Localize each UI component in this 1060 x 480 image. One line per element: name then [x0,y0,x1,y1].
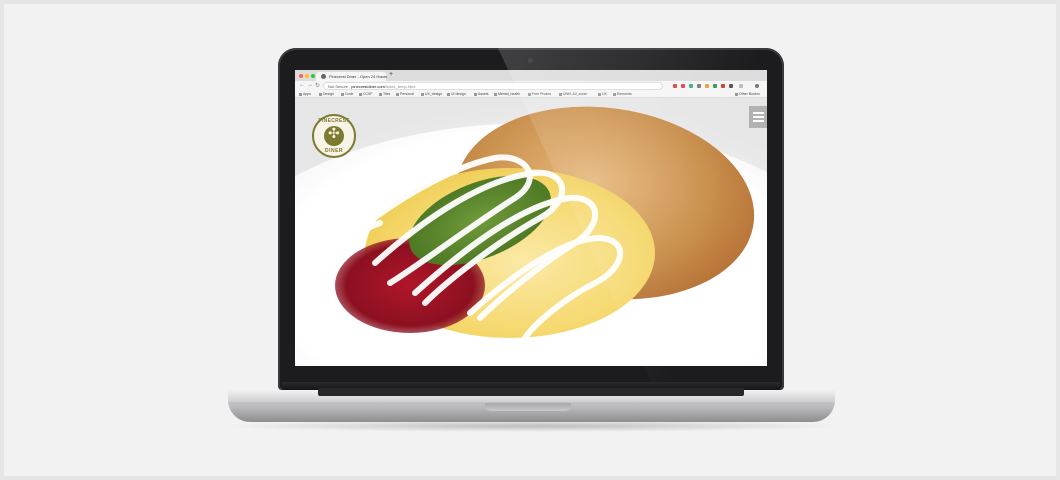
bookmark-item[interactable]: Tiles [379,92,390,96]
logo-bottom-text: DINER [324,148,344,154]
forward-button[interactable]: → [307,82,313,88]
favicon-icon [321,74,326,79]
bookmark-item[interactable]: Assets [474,92,489,96]
bookmark-item[interactable]: Mental_health [494,92,520,96]
bookmark-item[interactable]: CCSF [359,92,373,96]
address-path: /index_temp.html [384,84,416,89]
new-tab-button[interactable]: + [389,71,393,78]
hero-image: PINECREST ✣ DINER [295,98,767,366]
bookmark-item[interactable]: Apps [299,92,311,96]
bookmark-item[interactable]: UX_design [421,92,442,96]
security-indicator[interactable]: Not Secure [328,84,348,89]
extension-icon[interactable] [689,84,693,88]
bookmark-item[interactable]: UI design [447,92,466,96]
bookmark-item[interactable]: UNIX-A2_zoom [559,92,587,96]
extension-icon[interactable] [705,84,709,88]
reload-button[interactable]: ↻ [315,82,320,89]
tab-close-icon[interactable]: × [381,74,383,79]
extension-icon[interactable] [739,84,743,88]
hamburger-icon[interactable] [749,106,767,128]
other-bookmarks[interactable]: Other Bookm [735,92,760,96]
extension-icon[interactable] [721,84,725,88]
bookmark-item[interactable]: Code [341,92,353,96]
sour-cream-drizzle [332,154,623,341]
camera-icon [528,58,533,63]
keyboard [318,388,744,396]
back-button[interactable]: ← [299,82,305,88]
pinecrest-diner-logo[interactable]: PINECREST ✣ DINER [312,114,356,158]
address-bar[interactable]: Not Secure | pinecrestdiner.com/index_te… [323,82,663,90]
bookmark-item[interactable]: Design [319,92,334,96]
logo-top-text: PINECREST [318,118,350,124]
extension-icon[interactable] [697,84,701,88]
pine-emblem-icon: ✣ [328,126,340,142]
maximize-window-icon[interactable] [311,74,315,78]
bookmark-item[interactable]: UX [598,92,607,96]
profile-avatar[interactable] [755,84,759,88]
extension-icon[interactable] [673,84,677,88]
extension-icon[interactable] [729,84,733,88]
browser-tab[interactable]: Pinecrest Diner - Open 24 Hours × [316,72,388,81]
extension-icon[interactable] [681,84,685,88]
minimize-window-icon[interactable] [305,74,309,78]
bookmark-item[interactable]: Elements [613,92,632,96]
laptop-screen: Pinecrest Diner - Open 24 Hours × + ← → … [295,70,767,366]
browser-tab-bar: Pinecrest Diner - Open 24 Hours × + [295,70,767,81]
bookmarks-bar: Apps Design Code CCSF Tiles Personal UX_… [295,91,767,98]
bookmark-item[interactable]: Free Photos [528,92,551,96]
trackpad-notch [485,403,571,411]
tab-title: Pinecrest Diner - Open 24 Hours [329,74,388,79]
extension-icon[interactable] [713,84,717,88]
bookmark-item[interactable]: Personal [396,92,414,96]
close-window-icon[interactable] [299,74,303,78]
browser-toolbar: ← → ↻ Not Secure | pinecrestdiner.com/in… [295,81,767,91]
address-host: pinecrestdiner.com [351,84,385,89]
